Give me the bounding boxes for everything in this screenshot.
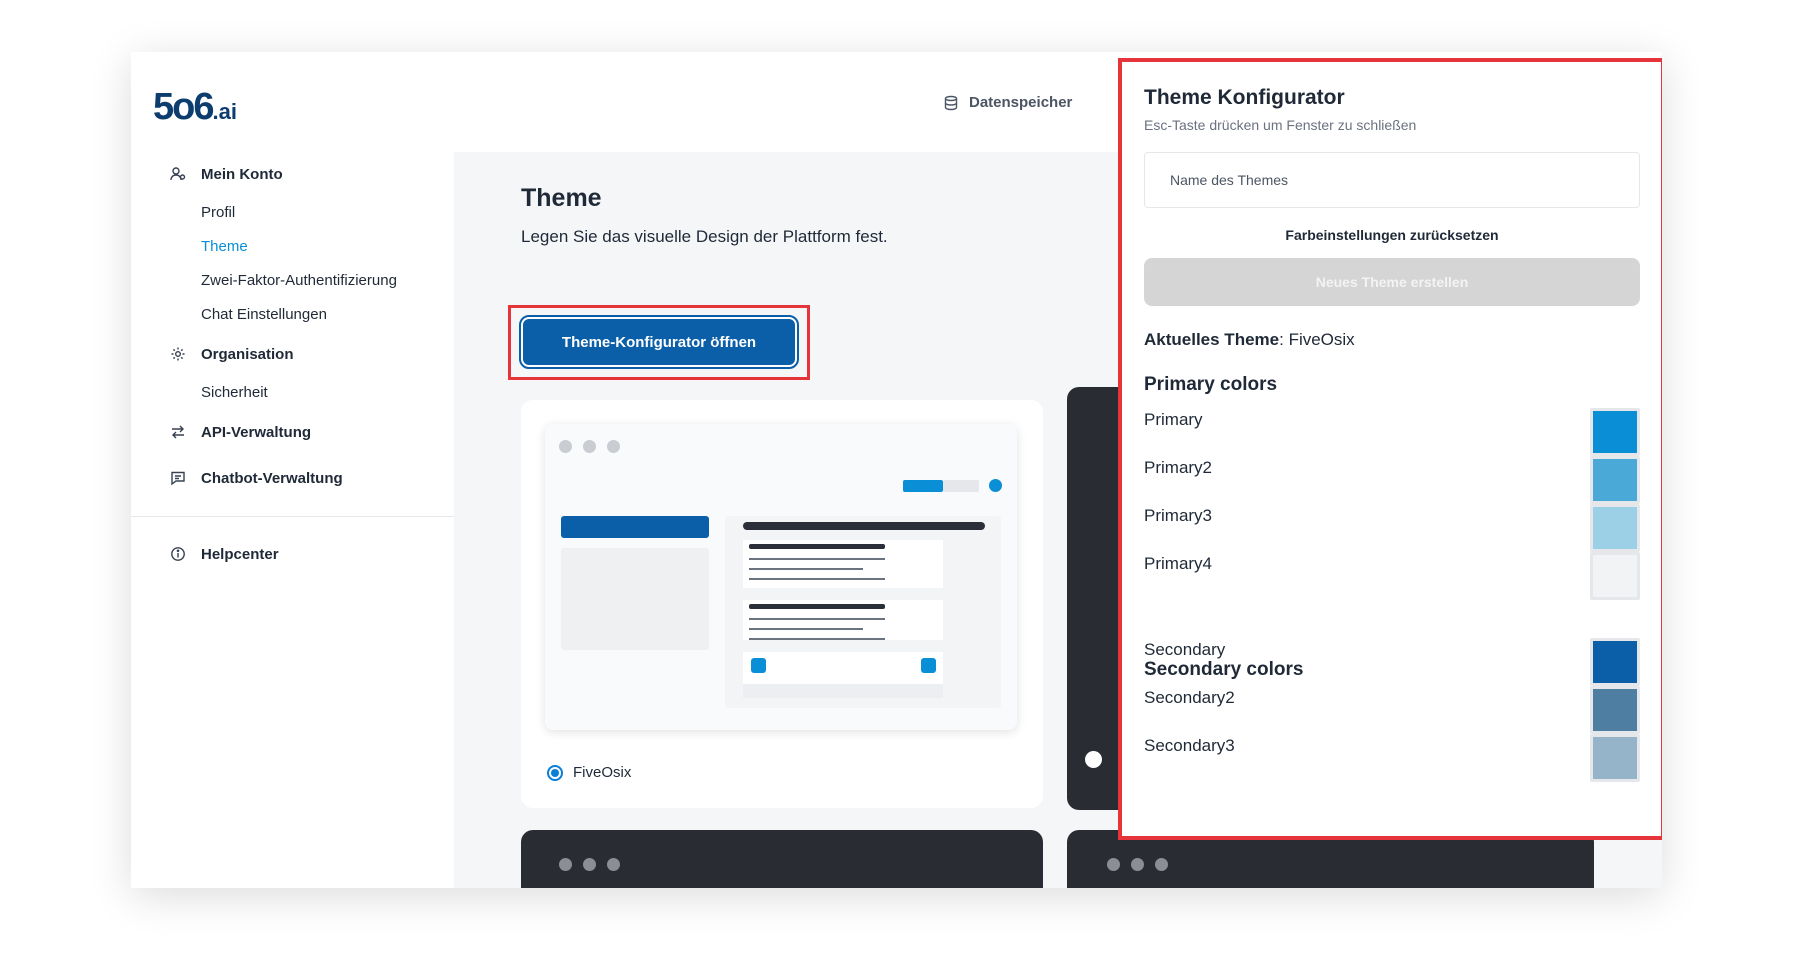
brand-logo[interactable]: 5o6.ai bbox=[153, 86, 237, 129]
window-dot bbox=[1131, 858, 1144, 871]
preview-progress-fill bbox=[903, 480, 943, 492]
color-swatch-secondary2[interactable] bbox=[1590, 686, 1640, 734]
panel-title: Theme Konfigurator bbox=[1144, 86, 1345, 109]
arrows-exchange-icon bbox=[169, 423, 187, 441]
color-swatch-secondary[interactable] bbox=[1590, 638, 1640, 686]
datastore-link[interactable]: Datenspeicher bbox=[943, 94, 1072, 111]
datastore-label: Datenspeicher bbox=[969, 94, 1073, 111]
sidebar-item-helpcenter[interactable]: Helpcenter bbox=[169, 542, 279, 566]
color-row-primary2: Primary2 bbox=[1144, 456, 1640, 504]
window-dot bbox=[1155, 858, 1168, 871]
create-theme-button[interactable]: Neues Theme erstellen bbox=[1144, 258, 1640, 306]
color-swatch-secondary3[interactable] bbox=[1590, 734, 1640, 782]
window-dot bbox=[607, 440, 620, 453]
page-title: Theme bbox=[521, 184, 602, 212]
theme-name-label: FiveOsix bbox=[573, 764, 632, 781]
color-label: Primary bbox=[1144, 410, 1203, 429]
sidebar-item-theme[interactable]: Theme bbox=[169, 230, 469, 264]
panel-esc-hint: Esc-Taste drücken um Fenster zu schließe… bbox=[1144, 117, 1417, 133]
window-dot bbox=[559, 858, 572, 871]
radio-selected-icon[interactable] bbox=[547, 764, 563, 781]
page-subtitle: Legen Sie das visuelle Design der Plattf… bbox=[521, 227, 888, 246]
color-swatch-primary3[interactable] bbox=[1590, 504, 1640, 552]
color-label: Secondary bbox=[1144, 640, 1226, 659]
preview-avatar-dot bbox=[989, 479, 1002, 492]
sidebar-nav: Mein Konto Profil Theme Zwei-Faktor-Auth… bbox=[169, 162, 469, 490]
sidebar-item-organisation[interactable]: Organisation bbox=[169, 342, 469, 366]
current-theme: Aktuelles Theme: FiveOsix bbox=[1144, 330, 1355, 349]
sidebar-item-mein-konto[interactable]: Mein Konto bbox=[169, 162, 469, 186]
color-label: Primary3 bbox=[1144, 506, 1213, 525]
user-settings-icon bbox=[169, 165, 187, 183]
sidebar-item-chatbot-verwaltung[interactable]: Chatbot-Verwaltung bbox=[169, 466, 469, 490]
preview-sidebar-block bbox=[561, 548, 709, 650]
window-dot bbox=[559, 440, 572, 453]
window-dot bbox=[1107, 858, 1120, 871]
color-label: Secondary2 bbox=[1144, 688, 1235, 707]
reset-colors-button[interactable]: Farbeinstellungen zurücksetzen bbox=[1144, 227, 1640, 243]
theme-radio-dark[interactable] bbox=[1085, 751, 1102, 768]
color-row-secondary2: Secondary2 bbox=[1144, 686, 1640, 734]
open-theme-configurator-button[interactable]: Theme-Konfigurator öffnen bbox=[519, 315, 799, 369]
color-row-primary4: Primary4 bbox=[1144, 552, 1640, 600]
sidebar-divider bbox=[131, 516, 454, 517]
sidebar-item-sicherheit[interactable]: Sicherheit bbox=[169, 376, 469, 410]
color-row-secondary: Secondary bbox=[1144, 638, 1640, 686]
window-dot bbox=[607, 858, 620, 871]
color-swatch-primary4[interactable] bbox=[1590, 552, 1640, 600]
chat-icon bbox=[169, 469, 187, 487]
database-icon bbox=[943, 95, 959, 111]
sidebar-item-chat-einstellungen[interactable]: Chat Einstellungen bbox=[169, 298, 469, 332]
color-label: Primary4 bbox=[1144, 554, 1213, 573]
sidebar-item-api-verwaltung[interactable]: API-Verwaltung bbox=[169, 420, 469, 444]
theme-name-input[interactable] bbox=[1144, 152, 1640, 208]
sidebar-item-2fa[interactable]: Zwei-Faktor-Authentifizierung bbox=[169, 264, 469, 298]
color-row-primary: Primary bbox=[1144, 408, 1640, 456]
sidebar-item-profil[interactable]: Profil bbox=[169, 196, 469, 230]
app-window: 5o6.ai Datenspeicher Mein Konto Profil T… bbox=[131, 52, 1662, 888]
preview-sidebar-button bbox=[561, 516, 709, 538]
theme-preview-light bbox=[545, 424, 1017, 730]
color-swatch-primary[interactable] bbox=[1590, 408, 1640, 456]
color-label: Secondary3 bbox=[1144, 736, 1235, 755]
color-swatch-primary2[interactable] bbox=[1590, 456, 1640, 504]
theme-radio-fiveosix[interactable]: FiveOsix bbox=[547, 764, 631, 781]
preview-progress-track bbox=[943, 480, 979, 492]
window-dot bbox=[583, 858, 596, 871]
theme-configurator-panel: Theme Konfigurator Esc-Taste drücken um … bbox=[1118, 58, 1662, 840]
color-row-primary3: Primary3 bbox=[1144, 504, 1640, 552]
info-icon bbox=[169, 545, 187, 563]
theme-card-dark-2[interactable] bbox=[521, 830, 1043, 888]
preview-content-area bbox=[725, 516, 1001, 708]
primary-colors-heading: Primary colors bbox=[1144, 374, 1278, 395]
window-dot bbox=[583, 440, 596, 453]
theme-card-fiveosix[interactable]: FiveOsix bbox=[521, 400, 1043, 808]
gear-icon bbox=[169, 345, 187, 363]
color-label: Primary2 bbox=[1144, 458, 1213, 477]
color-row-secondary3: Secondary3 bbox=[1144, 734, 1640, 782]
